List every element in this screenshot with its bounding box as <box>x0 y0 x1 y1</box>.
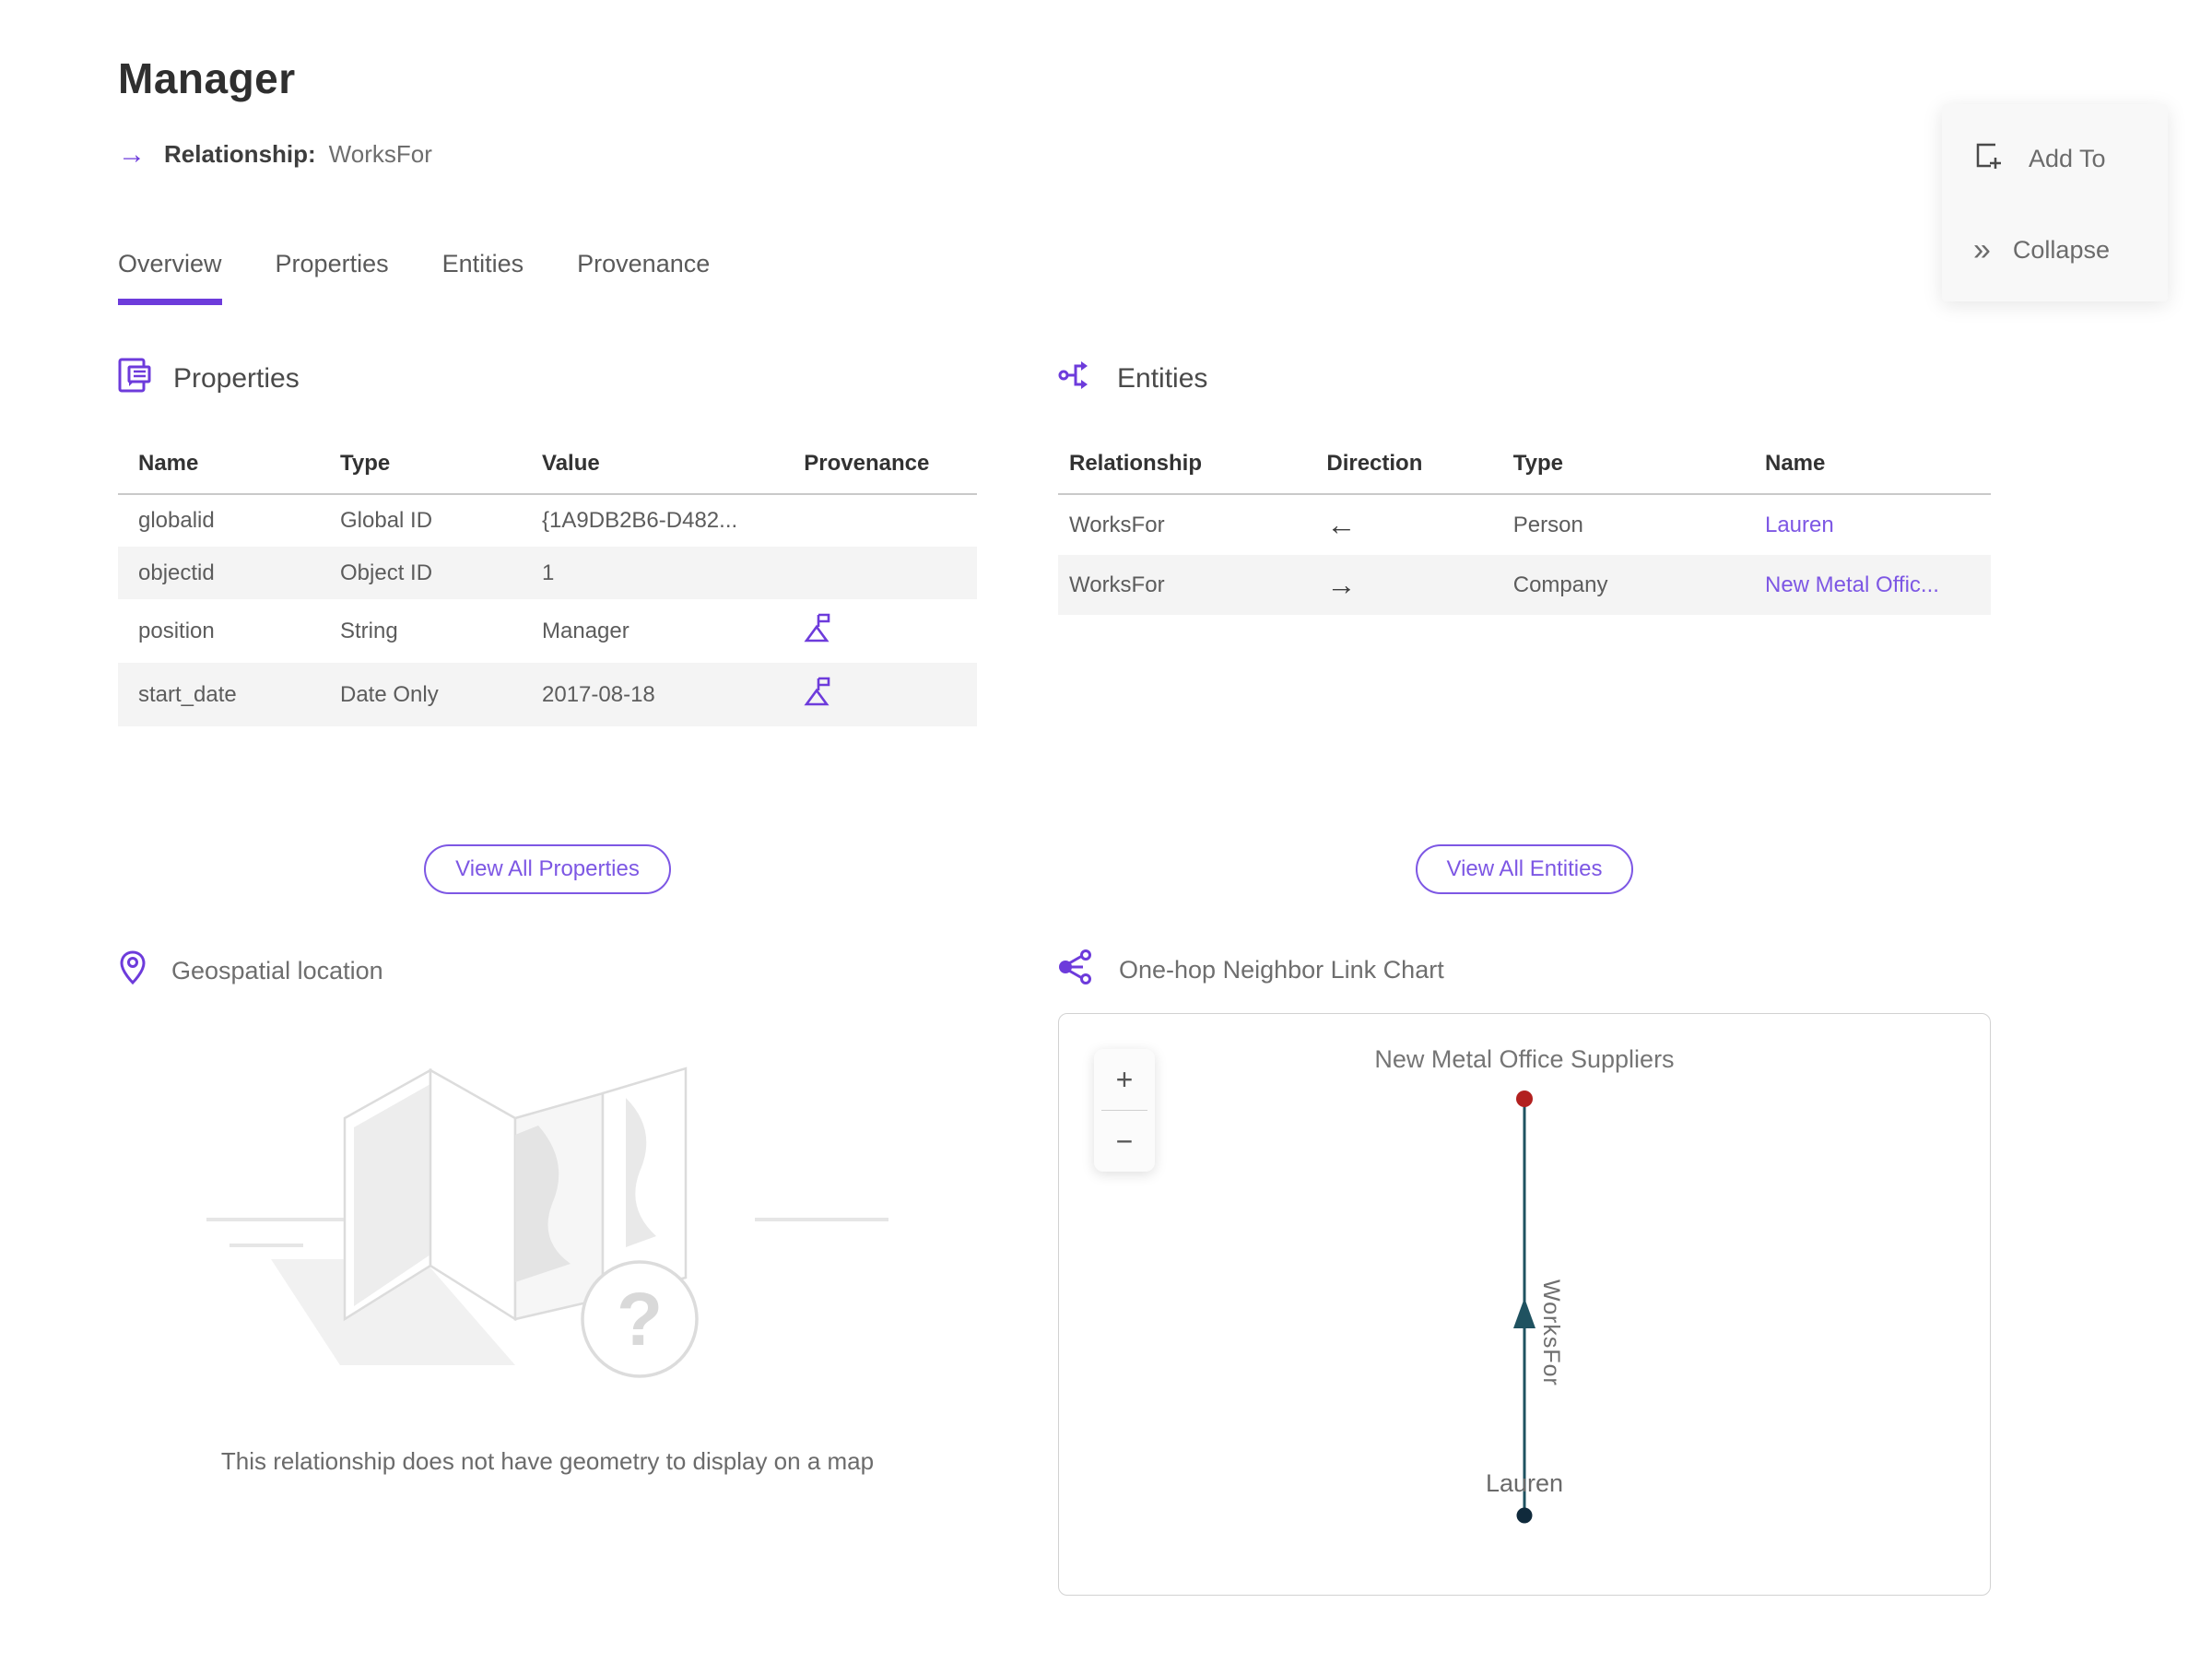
prop-value: {1A9DB2B6-D482... <box>542 508 738 533</box>
properties-table: Name Type Value Provenance globalid Glob… <box>118 440 977 726</box>
graph-node-label-company: New Metal Office Suppliers <box>1374 1045 1675 1073</box>
relationship-arrow-icon: → <box>118 138 146 170</box>
entity-relationship: WorksFor <box>1069 512 1165 537</box>
prop-value: 1 <box>542 560 555 585</box>
table-row: WorksFor → Company New Metal Offic... <box>1058 555 1991 615</box>
provenance-flag-icon[interactable] <box>804 613 831 649</box>
tab-provenance[interactable]: Provenance <box>577 250 710 305</box>
entities-icon <box>1058 357 1095 401</box>
provenance-flag-icon[interactable] <box>804 677 831 713</box>
col-header-type: Type <box>333 440 535 495</box>
collapse-button[interactable]: » Collapse <box>1942 225 2168 276</box>
link-chart-section-header: One-hop Neighbor Link Chart <box>1058 949 1991 991</box>
properties-section-title: Properties <box>173 363 300 394</box>
table-row: WorksFor ← Person Lauren <box>1058 494 1991 555</box>
col-header-name: Name <box>118 440 333 495</box>
col-header-type: Type <box>1505 440 1758 495</box>
prop-type: Object ID <box>340 560 433 585</box>
add-to-label: Add To <box>2029 145 2106 172</box>
collapse-label: Collapse <box>2012 236 2110 264</box>
zoom-out-button[interactable]: − <box>1094 1111 1155 1172</box>
entity-name-link[interactable]: New Metal Offic... <box>1765 572 1939 597</box>
svg-text:?: ? <box>617 1278 663 1362</box>
map-placeholder-illustration: ? <box>206 1043 888 1416</box>
page-title: Manager <box>118 54 296 102</box>
prop-name: position <box>138 618 215 643</box>
col-header-name: Name <box>1757 440 1991 495</box>
prop-provenance <box>796 547 977 599</box>
tab-bar: Overview Properties Entities Provenance <box>118 250 1991 305</box>
link-chart-panel: One-hop Neighbor Link Chart + − New Meta… <box>1058 949 1991 1596</box>
link-chart-section-title: One-hop Neighbor Link Chart <box>1119 956 1444 984</box>
table-row: start_date Date Only 2017-08-18 <box>118 663 977 726</box>
prop-type: Global ID <box>340 508 433 533</box>
entity-type: Person <box>1512 512 1583 537</box>
entities-section-title: Entities <box>1117 363 1208 394</box>
col-header-provenance: Provenance <box>796 440 977 495</box>
table-row: position String Manager <box>118 599 977 663</box>
view-all-properties-button[interactable]: View All Properties <box>424 844 671 894</box>
map-pin-icon <box>118 949 147 993</box>
prop-provenance <box>796 663 977 726</box>
link-chart-canvas[interactable]: + − New Metal Office Suppliers WorksFor … <box>1058 1013 1991 1596</box>
prop-name: start_date <box>138 681 237 707</box>
prop-value: 2017-08-18 <box>542 681 655 707</box>
properties-section-header: Properties <box>118 357 977 401</box>
link-chart-icon <box>1058 949 1095 991</box>
direction-right-arrow-icon: → <box>1326 568 1357 601</box>
col-header-relationship: Relationship <box>1058 440 1320 495</box>
prop-type: Date Only <box>340 681 439 707</box>
floating-actions-card: Add To » Collapse <box>1942 104 2168 301</box>
entity-relationship: WorksFor <box>1069 572 1165 597</box>
relationship-value: WorksFor <box>328 140 432 168</box>
prop-provenance <box>796 599 977 663</box>
prop-value: Manager <box>542 618 629 643</box>
tab-properties[interactable]: Properties <box>276 250 389 305</box>
add-to-icon <box>1973 141 2003 177</box>
direction-left-arrow-icon: ← <box>1326 508 1357 541</box>
prop-provenance <box>796 494 977 547</box>
entity-type: Company <box>1512 572 1608 597</box>
add-to-button[interactable]: Add To <box>1942 130 2168 188</box>
properties-panel: Properties Name Type Value Provenance gl… <box>118 357 977 894</box>
geospatial-panel: Geospatial location ? This relationship … <box>118 949 977 1596</box>
entities-section-header: Entities <box>1058 357 1991 401</box>
view-all-entities-button[interactable]: View All Entities <box>1415 844 1634 894</box>
table-row: globalid Global ID {1A9DB2B6-D482... <box>118 494 977 547</box>
relationship-subtitle: → Relationship: WorksFor <box>118 140 1991 169</box>
table-row: objectid Object ID 1 <box>118 547 977 599</box>
geospatial-section-title: Geospatial location <box>171 957 383 984</box>
chevrons-right-icon: » <box>1973 231 1991 267</box>
col-header-direction: Direction <box>1319 440 1506 495</box>
tab-entities[interactable]: Entities <box>442 250 524 305</box>
prop-name: globalid <box>138 508 215 533</box>
graph-node-label-person: Lauren <box>1485 1469 1564 1497</box>
properties-icon <box>118 357 151 401</box>
map-empty-message: This relationship does not have geometry… <box>220 1447 875 1475</box>
graph-edge-label: WorksFor <box>1538 1279 1564 1386</box>
prop-type: String <box>340 618 398 643</box>
entities-panel: Entities Relationship Direction Type Nam… <box>1058 357 1991 894</box>
entities-table: Relationship Direction Type Name WorksFo… <box>1058 440 1991 615</box>
relationship-label: Relationship: <box>164 140 316 168</box>
tab-overview[interactable]: Overview <box>118 250 222 305</box>
entity-name-link[interactable]: Lauren <box>1765 513 1834 537</box>
prop-name: objectid <box>138 560 215 585</box>
geospatial-section-header: Geospatial location <box>118 949 977 993</box>
col-header-value: Value <box>535 440 797 495</box>
